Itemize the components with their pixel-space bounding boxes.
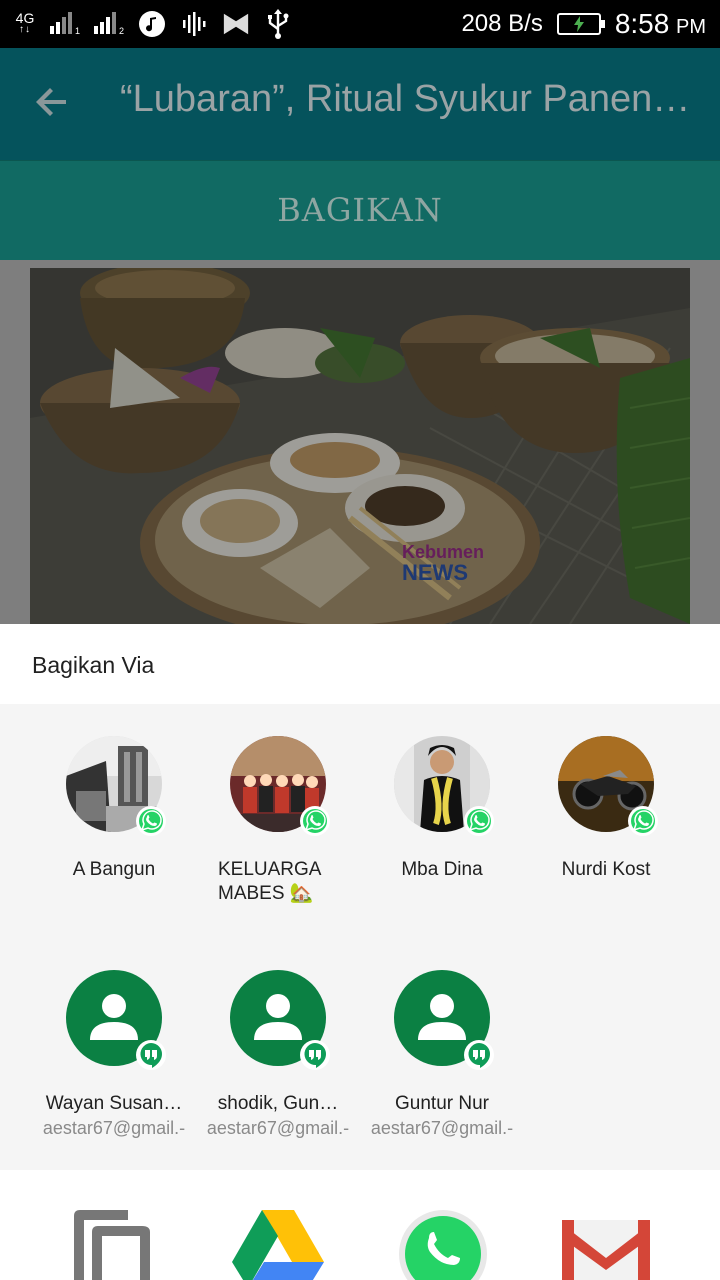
direct-share-targets: A Bangun KELUARGA MABES 🏡 Mba Dina Nurdi… [0, 704, 720, 1170]
share-target-account: aestar67@gmail.- [370, 1118, 514, 1138]
clock-time: 8:58 [614, 8, 670, 39]
hangouts-icon [300, 1040, 330, 1070]
share-target-guntur-nur[interactable]: Guntur Nur aestar67@gmail.- [360, 970, 524, 1140]
share-target-name: Nurdi Kost [561, 859, 651, 880]
sim1-index: 1 [74, 26, 80, 36]
share-target-wayan-susan[interactable]: Wayan Susan… aestar67@gmail.- [32, 970, 196, 1140]
share-bar[interactable]: BAGIKAN [0, 160, 720, 260]
share-sheet: Bagikan Via A Bangun KELUARGA MABES 🏡 Mb… [0, 624, 720, 1280]
sim2-index: 2 [118, 26, 124, 36]
article-image: Kebumen NEWS [30, 268, 690, 624]
whatsapp-icon [300, 806, 330, 836]
whatsapp-icon[interactable] [396, 1208, 496, 1280]
network-type: 4G ↑↓ [15, 10, 35, 35]
music-icon [138, 10, 166, 38]
arrow-back-icon[interactable] [32, 82, 80, 130]
share-target-name: shodik, Gun… [217, 1093, 339, 1114]
audio-wave-icon [180, 10, 208, 38]
signal-sim1-icon: 1 [50, 12, 80, 36]
share-target-name: Guntur Nur [395, 1093, 489, 1114]
whatsapp-icon [464, 806, 494, 836]
share-target-name: Mba Dina [401, 859, 483, 880]
whatsapp-icon [628, 806, 658, 836]
google-drive-icon[interactable] [230, 1208, 330, 1280]
network-type-label: 4G [15, 10, 35, 26]
usb-icon [264, 9, 292, 39]
battery-charging-icon [556, 13, 605, 35]
share-target-name: KELUARGA MABES 🏡 [218, 859, 321, 904]
share-target-account: aestar67@gmail.- [42, 1118, 186, 1138]
share-sheet-title: Bagikan Via [32, 652, 155, 678]
gmail-icon[interactable] [560, 1208, 660, 1280]
signal-sim2-icon: 2 [94, 12, 124, 36]
share-target-keluarga-mabes[interactable]: KELUARGA MABES 🏡 [196, 736, 360, 906]
share-target-account: aestar67@gmail.- [206, 1118, 350, 1138]
hangouts-icon [136, 1040, 166, 1070]
share-target-a-bangun[interactable]: A Bangun [32, 736, 196, 882]
whatsapp-icon [136, 806, 166, 836]
network-speed: 208 B/s [461, 10, 543, 37]
share-target-shodik-gun[interactable]: shodik, Gun… aestar67@gmail.- [196, 970, 360, 1140]
article-title: “Lubaran”, Ritual Syukur Panen… [120, 78, 691, 120]
status-bar: 4G ↑↓ 1 2 208 B/s 8:58 PM [0, 0, 720, 48]
hangouts-icon [464, 1040, 494, 1070]
share-target-name: Wayan Susan… [45, 1093, 183, 1114]
app-toolbar: “Lubaran”, Ritual Syukur Panen… [0, 48, 720, 160]
share-bar-label: BAGIKAN [277, 191, 443, 229]
bowtie-icon [222, 10, 250, 38]
share-target-nurdi-kost[interactable]: Nurdi Kost [524, 736, 688, 882]
share-target-name: A Bangun [72, 859, 156, 880]
share-apps-row [0, 1170, 720, 1280]
share-target-mba-dina[interactable]: Mba Dina [360, 736, 524, 882]
clock-ampm: PM [676, 16, 706, 38]
copy-icon[interactable] [70, 1208, 170, 1280]
